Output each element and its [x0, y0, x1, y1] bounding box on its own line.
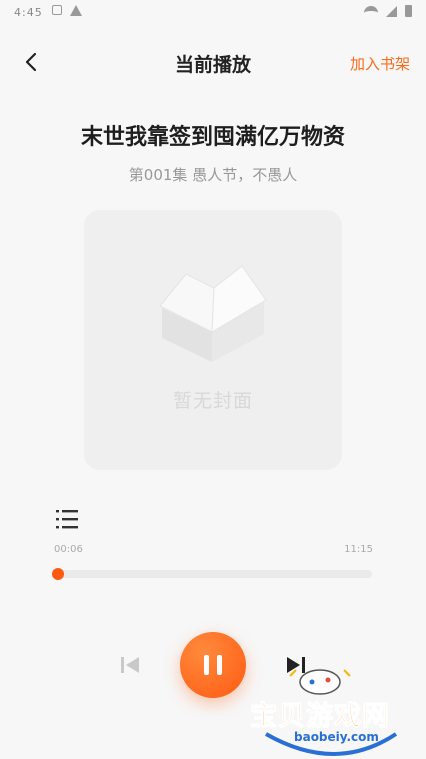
progress-thumb[interactable]	[52, 568, 64, 580]
book-title: 末世我靠签到囤满亿万物资	[80, 125, 345, 150]
previous-button[interactable]	[118, 654, 142, 676]
current-time: 00:06	[54, 544, 83, 555]
status-right-icons	[364, 5, 412, 17]
header: 当前播放 加入书架	[0, 40, 426, 84]
status-time: 4:45	[14, 6, 43, 19]
watermark-text: 宝贝游戏网	[250, 701, 390, 733]
watermark: 宝贝游戏网 baobeiy.com	[246, 664, 426, 759]
open-book-icon	[159, 265, 267, 362]
status-left-icons	[52, 5, 82, 16]
wifi-icon	[364, 6, 378, 16]
progress-bar[interactable]	[52, 568, 372, 580]
add-to-shelf-button[interactable]: 加入书架	[350, 53, 410, 74]
skip-previous-icon	[121, 657, 139, 673]
pause-button[interactable]	[180, 632, 246, 698]
no-cover-text: 暂无封面	[172, 390, 253, 412]
watermark-url: baobeiy.com	[294, 730, 379, 744]
chapter-title: 第001集 愚人节，不愚人	[128, 166, 298, 184]
battery-icon	[405, 5, 412, 17]
list-icon	[56, 510, 78, 529]
cover-placeholder: 暂无封面	[84, 210, 342, 470]
pause-icon-bar-right	[217, 655, 222, 675]
pause-icon-bar-left	[204, 655, 209, 675]
warning-icon	[70, 5, 82, 16]
notification-icon	[52, 5, 62, 15]
total-time: 11:15	[344, 544, 373, 555]
playlist-button[interactable]	[54, 507, 80, 531]
status-bar: 4:45	[0, 0, 426, 26]
signal-icon	[386, 5, 397, 17]
